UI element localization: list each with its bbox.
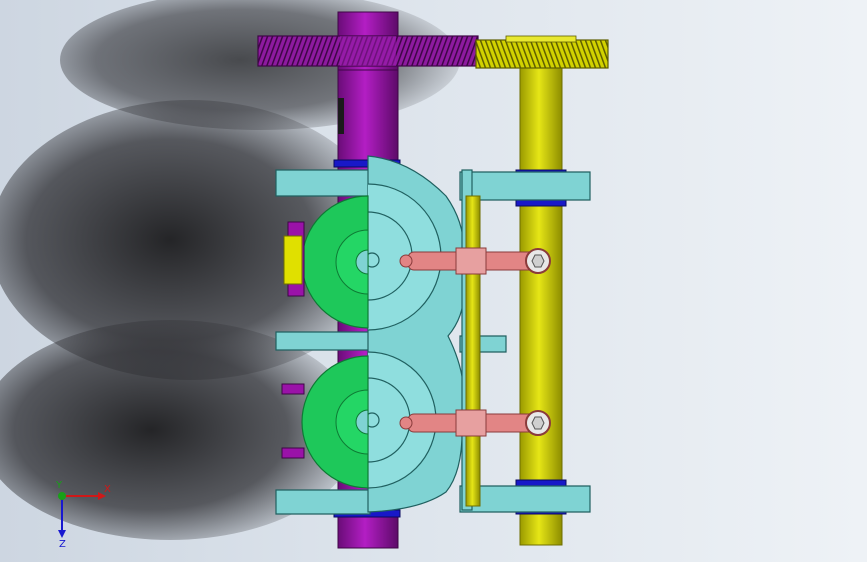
x-axis-label: X bbox=[104, 484, 111, 495]
y-axis-label: Y bbox=[55, 480, 63, 491]
magenta-gear[interactable] bbox=[257, 35, 479, 67]
yellow-guide-rod bbox=[465, 195, 481, 507]
connecting-rod-lower[interactable] bbox=[399, 409, 551, 437]
yellow-gear[interactable] bbox=[475, 35, 609, 69]
coordinate-triad: X Y Z bbox=[55, 480, 111, 548]
keyway bbox=[338, 98, 344, 134]
z-axis-label: Z bbox=[59, 539, 66, 548]
cad-model-scene[interactable] bbox=[0, 0, 867, 562]
y-axis-dot bbox=[58, 492, 66, 500]
connecting-rod-upper[interactable] bbox=[399, 247, 551, 275]
yellow-shaft[interactable] bbox=[519, 59, 563, 546]
graphics-viewport[interactable]: X Y Z bbox=[0, 0, 867, 562]
